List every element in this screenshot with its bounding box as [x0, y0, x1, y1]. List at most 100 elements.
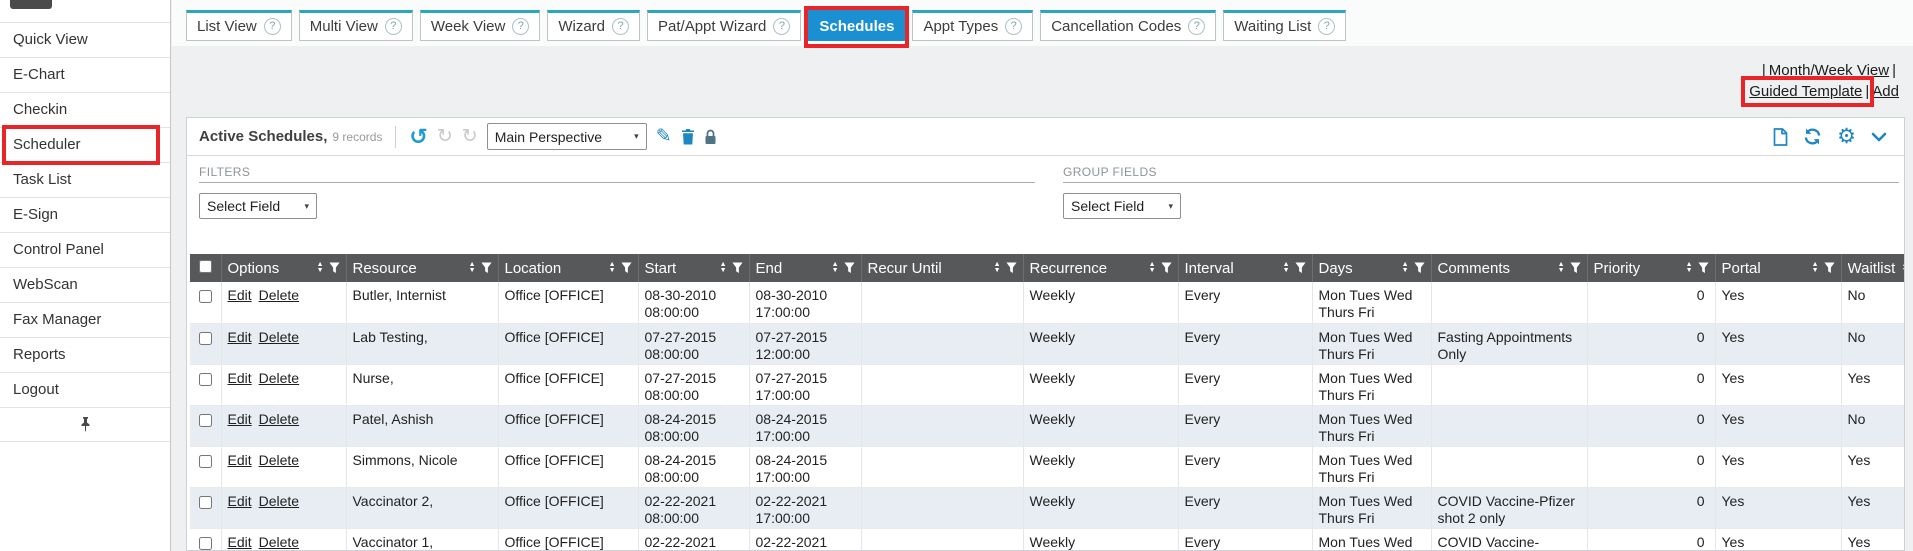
tab-schedules[interactable]: Schedules [808, 10, 905, 41]
sort-icon[interactable]: ▲▼ [832, 262, 839, 274]
sort-icon[interactable]: ▲▼ [317, 262, 324, 274]
tab-list-view[interactable]: List View ? [186, 10, 292, 41]
tab-wizard[interactable]: Wizard ? [547, 10, 640, 41]
tab-pat-appt-wizard[interactable]: Pat/Appt Wizard ? [647, 10, 801, 41]
column-header-location[interactable]: Location ▲▼ [498, 254, 638, 282]
help-icon[interactable]: ? [1005, 18, 1022, 35]
row-checkbox[interactable] [199, 455, 212, 468]
filter-funnel-icon[interactable] [621, 262, 632, 274]
sidebar-item-quick-view[interactable]: Quick View [0, 23, 170, 58]
tab-waiting-list[interactable]: Waiting List ? [1223, 10, 1346, 41]
edit-perspective-icon[interactable]: ✎ [656, 127, 672, 146]
sort-icon[interactable]: ▲▼ [1149, 262, 1156, 274]
refresh-button[interactable] [1803, 127, 1822, 146]
tab-appt-types[interactable]: Appt Types ? [912, 10, 1033, 41]
sidebar-item-webscan[interactable]: WebScan [0, 268, 170, 303]
filter-funnel-icon[interactable] [1161, 262, 1172, 274]
collapse-button[interactable] [1871, 132, 1887, 142]
filter-funnel-icon[interactable] [844, 262, 855, 274]
sidebar-item-e-chart[interactable]: E-Chart [0, 58, 170, 93]
column-header-waitlist-po[interactable]: Waitlist Po ▲▼ [1841, 254, 1905, 282]
row-checkbox[interactable] [199, 537, 212, 550]
edit-link[interactable]: Edit [228, 452, 252, 468]
edit-link[interactable]: Edit [228, 287, 252, 303]
filter-funnel-icon[interactable] [1295, 262, 1306, 274]
sort-icon[interactable]: ▲▼ [1402, 262, 1409, 274]
delete-link[interactable]: Delete [259, 287, 299, 303]
tab-multi-view[interactable]: Multi View ? [299, 10, 413, 41]
help-icon[interactable]: ? [1188, 18, 1205, 35]
filter-funnel-icon[interactable] [1006, 262, 1017, 274]
delete-link[interactable]: Delete [259, 411, 299, 427]
guided-template-link[interactable]: Guided Template [1749, 83, 1862, 100]
sidebar-item-checkin[interactable]: Checkin [0, 93, 170, 128]
select-all-checkbox[interactable] [199, 260, 212, 273]
filter-funnel-icon[interactable] [1414, 262, 1425, 274]
column-header-start[interactable]: Start ▲▼ [638, 254, 749, 282]
column-header-priority[interactable]: Priority ▲▼ [1587, 254, 1715, 282]
edit-link[interactable]: Edit [228, 370, 252, 386]
sort-icon[interactable]: ▲▼ [994, 262, 1001, 274]
filter-funnel-icon[interactable] [481, 262, 492, 274]
help-icon[interactable]: ? [385, 18, 402, 35]
filters-field-select[interactable]: Select Field ▾ [199, 193, 317, 219]
column-header-recur-until[interactable]: Recur Until ▲▼ [861, 254, 1023, 282]
sort-icon[interactable]: ▲▼ [1902, 262, 1905, 274]
column-header-resource[interactable]: Resource ▲▼ [346, 254, 498, 282]
column-header-days[interactable]: Days ▲▼ [1312, 254, 1431, 282]
column-header-end[interactable]: End ▲▼ [749, 254, 861, 282]
delete-link[interactable]: Delete [259, 370, 299, 386]
sidebar-item-logout[interactable]: Logout [0, 373, 170, 408]
edit-link[interactable]: Edit [228, 411, 252, 427]
sort-icon[interactable]: ▲▼ [469, 262, 476, 274]
help-icon[interactable]: ? [612, 18, 629, 35]
help-icon[interactable]: ? [773, 18, 790, 35]
filter-funnel-icon[interactable] [1698, 262, 1709, 274]
help-icon[interactable]: ? [512, 18, 529, 35]
perspective-select[interactable]: Main Perspective ▾ [487, 123, 647, 150]
column-header-options[interactable]: Options ▲▼ [221, 254, 346, 282]
sort-icon[interactable]: ▲▼ [1812, 262, 1819, 274]
tab-cancellation-codes[interactable]: Cancellation Codes ? [1040, 10, 1216, 41]
sidebar-item-fax-manager[interactable]: Fax Manager [0, 303, 170, 338]
help-icon[interactable]: ? [264, 18, 281, 35]
delete-link[interactable]: Delete [259, 452, 299, 468]
month-week-view-link[interactable]: Month/Week View [1769, 62, 1889, 79]
delete-perspective-icon[interactable] [681, 129, 695, 145]
sort-icon[interactable]: ▲▼ [609, 262, 616, 274]
help-icon[interactable]: ? [1318, 18, 1335, 35]
row-checkbox[interactable] [199, 290, 212, 303]
filter-funnel-icon[interactable] [1824, 262, 1835, 274]
column-header-portal[interactable]: Portal ▲▼ [1715, 254, 1841, 282]
filter-funnel-icon[interactable] [1570, 262, 1581, 274]
sidebar-item-control-panel[interactable]: Control Panel [0, 233, 170, 268]
row-checkbox[interactable] [199, 332, 212, 345]
sort-icon[interactable]: ▲▼ [1686, 262, 1693, 274]
group-fields-select[interactable]: Select Field ▾ [1063, 193, 1181, 219]
lock-perspective-icon[interactable] [704, 129, 717, 145]
sort-icon[interactable]: ▲▼ [720, 262, 727, 274]
sort-icon[interactable]: ▲▼ [1283, 262, 1290, 274]
sidebar-item-reports[interactable]: Reports [0, 338, 170, 373]
sidebar-item-task-list[interactable]: Task List [0, 163, 170, 198]
add-link[interactable]: Add [1872, 83, 1899, 100]
delete-link[interactable]: Delete [259, 329, 299, 345]
delete-link[interactable]: Delete [259, 534, 299, 550]
sort-icon[interactable]: ▲▼ [1558, 262, 1565, 274]
settings-gear-icon[interactable]: ⚙ [1837, 126, 1856, 147]
column-header-recurrence[interactable]: Recurrence ▲▼ [1023, 254, 1178, 282]
new-document-button[interactable] [1773, 128, 1788, 146]
edit-link[interactable]: Edit [228, 329, 252, 345]
delete-link[interactable]: Delete [259, 493, 299, 509]
edit-link[interactable]: Edit [228, 534, 252, 550]
tab-week-view[interactable]: Week View ? [420, 10, 540, 41]
row-checkbox[interactable] [199, 373, 212, 386]
edit-link[interactable]: Edit [228, 493, 252, 509]
sidebar-item-scheduler[interactable]: Scheduler [0, 128, 170, 163]
sidebar-pin-button[interactable] [0, 407, 170, 442]
sidebar-item-e-sign[interactable]: E-Sign [0, 198, 170, 233]
column-header-interval[interactable]: Interval ▲▼ [1178, 254, 1312, 282]
row-checkbox[interactable] [199, 496, 212, 509]
filter-funnel-icon[interactable] [732, 262, 743, 274]
row-checkbox[interactable] [199, 414, 212, 427]
